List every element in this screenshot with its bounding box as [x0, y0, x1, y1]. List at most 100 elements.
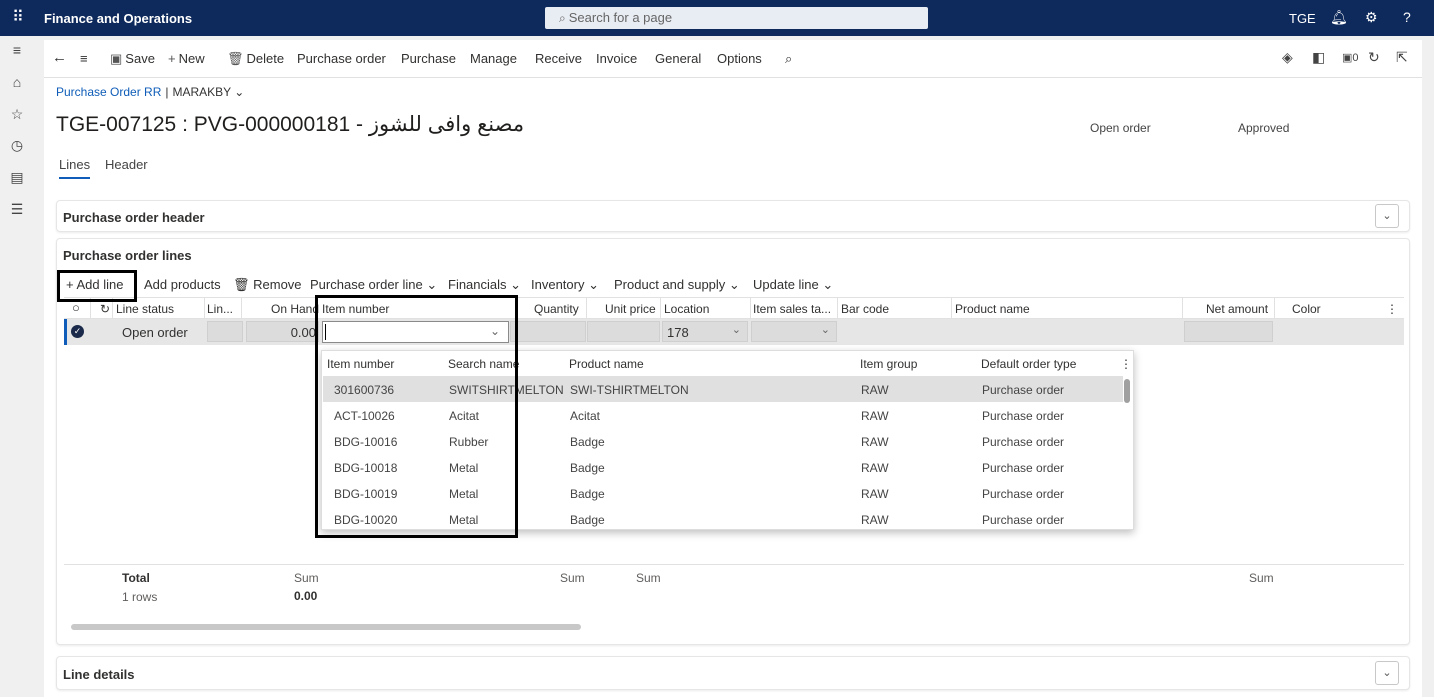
section-title: Purchase order header — [63, 210, 205, 225]
home-icon[interactable]: ⌂ — [8, 74, 26, 92]
chevron-down-icon[interactable]: ⌄ — [231, 85, 244, 99]
location-select[interactable]: 178 ⌄ — [662, 321, 748, 342]
on-hand-sum-label: Sum — [294, 571, 319, 585]
trash-icon: 🗑︎ — [227, 51, 244, 66]
select-all-radio[interactable]: ○ — [72, 300, 80, 315]
approval-status: Approved — [1238, 121, 1290, 135]
table-row[interactable]: ✓ Open order 0.00 ⌄ 178 ⌄ ⌄ — [64, 319, 1404, 345]
line-status-value: Open order — [122, 325, 188, 340]
workspaces-icon[interactable]: ▤ — [8, 169, 26, 187]
col-product-name[interactable]: Product name — [955, 302, 1030, 316]
plus-icon: + — [168, 51, 176, 66]
menu-manage[interactable]: Manage — [470, 51, 517, 66]
row-selected-check-icon[interactable]: ✓ — [71, 325, 84, 338]
horizontal-scrollbar[interactable] — [71, 624, 581, 630]
item-number-highlight-box — [315, 295, 518, 538]
net-amount-cell[interactable] — [1184, 321, 1273, 342]
lookup-column-options-icon[interactable]: ⋮ — [1120, 357, 1132, 371]
breadcrumb: Purchase Order RR | MARAKBY ⌄ — [56, 85, 244, 99]
col-line-status[interactable]: Line status — [116, 302, 174, 316]
settings-gear-icon[interactable]: ⚙ — [1365, 9, 1378, 26]
menu-purchase[interactable]: Purchase — [401, 51, 456, 66]
divider — [241, 298, 242, 320]
quantity-cell[interactable] — [510, 321, 586, 342]
favorites-star-icon[interactable]: ☆ — [8, 106, 26, 124]
divider — [750, 298, 751, 320]
chevron-down-icon[interactable]: ⌄ — [821, 323, 830, 336]
chevron-down-icon[interactable]: ⌄ — [732, 323, 741, 336]
search-placeholder: Search for a page — [568, 10, 673, 25]
menu-purchase-order[interactable]: Purchase order — [297, 51, 386, 66]
divider — [586, 298, 587, 320]
col-location[interactable]: Location — [664, 302, 709, 316]
lookup-col-product-name[interactable]: Product name — [569, 357, 644, 371]
net-amount-sum-label: Sum — [1249, 571, 1274, 585]
office-icon[interactable]: ◧ — [1312, 49, 1325, 66]
remove-button[interactable]: 🗑︎ Remove — [233, 277, 302, 293]
open-new-window-icon[interactable]: ⇱ — [1396, 49, 1408, 66]
company-picker[interactable]: TGE — [1289, 11, 1316, 26]
menu-financials[interactable]: Financials ⌄ — [448, 277, 521, 293]
col-net-amount[interactable]: Net amount — [1206, 302, 1268, 316]
add-line-highlight-box — [57, 270, 137, 302]
refresh-column-icon[interactable]: ↻ — [100, 302, 110, 316]
action-search-icon[interactable]: ⌕ — [785, 51, 792, 67]
item-sales-tax-select[interactable]: ⌄ — [751, 321, 837, 342]
unit-price-cell[interactable] — [587, 321, 660, 342]
col-quantity[interactable]: Quantity — [534, 302, 579, 316]
options-lines-icon[interactable]: ≡ — [80, 51, 88, 66]
menu-update-line[interactable]: Update line ⌄ — [753, 277, 833, 293]
recent-clock-icon[interactable]: ◷ — [8, 137, 26, 155]
delete-button[interactable]: 🗑︎ Delete — [227, 51, 284, 67]
help-icon[interactable]: ? — [1403, 9, 1411, 25]
line-details-section[interactable]: Line details ⌄ — [56, 656, 1410, 690]
menu-receive[interactable]: Receive — [535, 51, 582, 66]
search-box[interactable]: ⌕ Search for a page — [545, 7, 928, 29]
menu-general[interactable]: General — [655, 51, 701, 66]
purchase-order-header-section[interactable]: Purchase order header ⌄ — [56, 200, 1410, 232]
col-item-sales-tax[interactable]: Item sales ta... — [753, 302, 831, 316]
app-launcher-icon[interactable]: ⠿ — [9, 9, 27, 27]
lookup-col-default-order-type[interactable]: Default order type — [981, 357, 1076, 371]
expand-chevron-icon[interactable]: ⌄ — [1375, 204, 1399, 228]
notifications-icon[interactable]: 🔔︎ — [1330, 9, 1348, 26]
refresh-icon[interactable]: ↻ — [1368, 49, 1380, 66]
document-status: Open order — [1090, 121, 1151, 135]
menu-invoice[interactable]: Invoice — [596, 51, 637, 66]
hamburger-menu-icon[interactable]: ≡ — [8, 42, 26, 60]
add-products-button[interactable]: Add products — [144, 277, 221, 292]
menu-product-and-supply[interactable]: Product and supply ⌄ — [614, 277, 740, 293]
breadcrumb-link[interactable]: Purchase Order RR — [56, 85, 161, 99]
save-button[interactable]: ▣ Save — [110, 51, 155, 67]
quantity-sum-label: Sum — [560, 571, 585, 585]
page-title: TGE-007125 : PVG-000000181 - مصنع وافى ل… — [56, 113, 525, 136]
top-bar: ⠿ Finance and Operations ⌕ Search for a p… — [0, 0, 1434, 36]
expand-chevron-icon[interactable]: ⌄ — [1375, 661, 1399, 685]
menu-inventory[interactable]: Inventory ⌄ — [531, 277, 599, 293]
tab-header[interactable]: Header — [105, 157, 148, 172]
col-bar-code[interactable]: Bar code — [841, 302, 889, 316]
tab-lines[interactable]: Lines — [59, 157, 91, 179]
attachments-badge[interactable]: ▣0 — [1342, 51, 1359, 64]
col-on-hand[interactable]: On Hand — [271, 302, 319, 316]
menu-options[interactable]: Options — [717, 51, 762, 66]
lookup-scrollbar[interactable] — [1124, 379, 1130, 403]
line-number-cell[interactable] — [207, 321, 243, 342]
menu-purchase-order-line[interactable]: Purchase order line ⌄ — [310, 277, 437, 293]
app-name[interactable]: Finance and Operations — [44, 11, 192, 26]
lookup-col-item-group[interactable]: Item group — [860, 357, 917, 371]
column-options-icon[interactable]: ⋮ — [1386, 302, 1398, 316]
totals-label: Total — [122, 571, 150, 585]
unit-price-sum-label: Sum — [636, 571, 661, 585]
new-button[interactable]: + New — [168, 51, 205, 66]
company-filter[interactable]: MARAKBY — [173, 85, 231, 99]
divider — [1182, 298, 1183, 320]
col-line-number[interactable]: Lin... — [207, 302, 233, 316]
col-color[interactable]: Color — [1292, 302, 1321, 316]
back-arrow-icon[interactable]: ← — [52, 49, 67, 66]
diamond-icon[interactable]: ◈ — [1282, 49, 1293, 66]
modules-list-icon[interactable]: ☰ — [8, 201, 26, 219]
col-unit-price[interactable]: Unit price — [605, 302, 656, 316]
action-pane: ← ≡ ▣ Save + New 🗑︎ Delete Purchase order P… — [44, 40, 1422, 78]
divider — [951, 298, 952, 320]
